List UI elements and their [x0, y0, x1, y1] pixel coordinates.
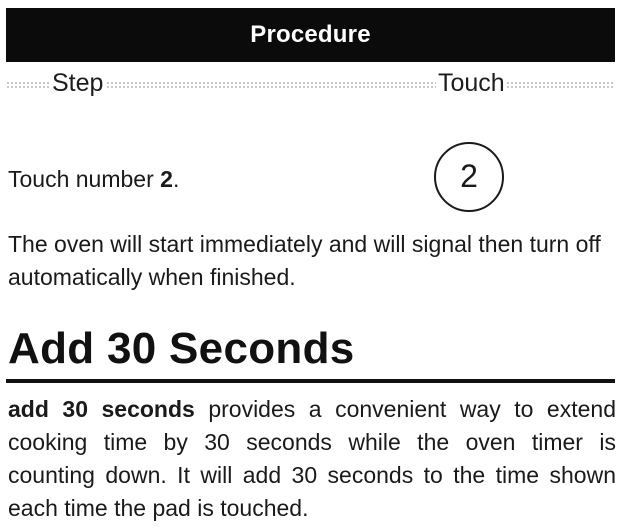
column-header-step: Step	[50, 68, 106, 98]
number-2-key-label: 2	[460, 158, 478, 194]
number-2-key[interactable]: 2	[434, 142, 504, 212]
column-header-touch: Touch	[436, 68, 507, 98]
add-30-seconds-lead: add 30 seconds	[8, 396, 195, 422]
step-instruction-suffix: .	[172, 166, 180, 192]
procedure-header: Procedure	[6, 8, 615, 62]
procedure-column-headers: Step Touch	[6, 66, 615, 100]
step-instruction-prefix: Touch number	[8, 166, 161, 192]
step-instruction: Touch number 2.	[8, 165, 179, 193]
step-instruction-number: 2	[160, 166, 173, 192]
procedure-header-label: Procedure	[250, 21, 371, 48]
add-30-seconds-paragraph: add 30 seconds provides a convenient way…	[8, 393, 616, 525]
section-divider	[6, 379, 615, 383]
oven-start-paragraph: The oven will start immediately and will…	[8, 231, 601, 290]
section-title: Add 30 Seconds	[8, 324, 355, 373]
